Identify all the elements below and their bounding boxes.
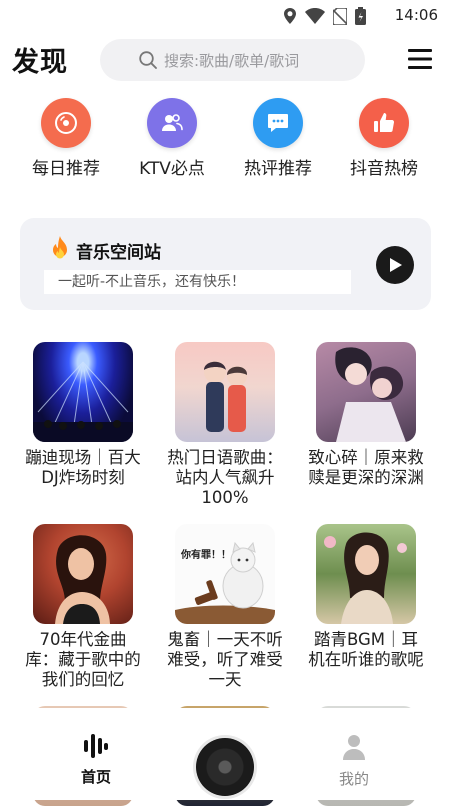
- nav-mine-label: 我的: [338, 770, 369, 788]
- music-station-banner[interactable]: 音乐空间站 一起听-不止音乐，还有快乐！: [20, 218, 431, 310]
- category-douyin-chart[interactable]: 抖音热榜: [334, 98, 434, 179]
- thumbs-up-icon: [359, 98, 409, 148]
- status-icons: [283, 7, 366, 25]
- cover-caption: 你有罪！！: [181, 550, 231, 561]
- hamburger-menu-icon[interactable]: [406, 46, 434, 72]
- category-label: 每日推荐: [32, 159, 100, 179]
- nav-home-label: 首页: [80, 768, 111, 786]
- category-hot-comments[interactable]: 热评推荐: [228, 98, 328, 179]
- search-input[interactable]: 搜索:歌曲/歌单/歌词: [100, 39, 365, 81]
- category-label: 抖音热榜: [350, 159, 418, 179]
- no-sim-icon: [333, 7, 347, 25]
- playlist-title: 踏青BGM｜耳机在听谁的歌呢: [308, 630, 424, 669]
- page-title: 发现: [12, 47, 68, 78]
- nav-home[interactable]: 首页: [66, 734, 126, 787]
- status-time: 14:06: [394, 6, 438, 24]
- nav-mine[interactable]: 我的: [324, 734, 384, 789]
- category-daily-recommend[interactable]: 每日推荐: [16, 98, 116, 179]
- search-icon: [139, 51, 157, 69]
- playlist-title: 热门日语歌曲：站内人气飙升100%: [167, 448, 283, 507]
- playlist-title: 致心碎｜原来救赎是更深的深渊: [308, 448, 424, 487]
- fire-icon: [53, 236, 67, 259]
- playlist-cover-retro-portrait: [33, 524, 133, 624]
- playlist-card[interactable]: 70年代金曲库：藏于歌中的我们的回忆: [23, 524, 143, 690]
- playlist-card[interactable]: 你有罪！！ 鬼畜｜一天不听难受，听了难受一天: [165, 524, 285, 690]
- user-icon: [343, 735, 365, 760]
- playlist-cover-anime-embrace: [316, 342, 416, 442]
- playlist-card[interactable]: 踏青BGM｜耳机在听谁的歌呢: [306, 524, 426, 670]
- playlist-title: 蹦迪现场｜百大DJ炸场时刻: [25, 448, 141, 487]
- playlist-title: 鬼畜｜一天不听难受，听了难受一天: [167, 630, 283, 689]
- status-bar: 14:06: [0, 0, 450, 30]
- playlist-cover-spring-portrait: [316, 524, 416, 624]
- search-placeholder: 搜索:歌曲/歌单/歌词: [164, 52, 300, 70]
- playlist-card[interactable]: 热门日语歌曲：站内人气飙升100%: [165, 342, 285, 508]
- battery-icon: [355, 7, 366, 25]
- play-button[interactable]: [376, 246, 414, 284]
- playlist-card[interactable]: 蹦迪现场｜百大DJ炸场时刻: [23, 342, 143, 488]
- wifi-icon: [305, 8, 325, 24]
- header: 发现 搜索:歌曲/歌单/歌词: [0, 30, 450, 90]
- sound-bars-icon: [84, 734, 108, 758]
- playlist-title: 70年代金曲库：藏于歌中的我们的回忆: [25, 630, 141, 689]
- playlist-cover-anime-couple: [175, 342, 275, 442]
- chat-bubble-icon: [253, 98, 303, 148]
- playlist-cover-cat-meme: 你有罪！！: [175, 524, 275, 624]
- now-playing-disc[interactable]: [196, 738, 254, 796]
- play-icon: [390, 258, 402, 272]
- category-row: 每日推荐 KTV必点 热评推荐 抖音热榜: [0, 98, 450, 188]
- category-label: KTV必点: [139, 159, 205, 179]
- users-icon: [147, 98, 197, 148]
- banner-subtitle: 一起听-不止音乐，还有快乐！: [44, 270, 351, 294]
- bottom-nav: 首页 我的: [0, 708, 450, 800]
- category-ktv[interactable]: KTV必点: [122, 98, 222, 179]
- record-disc-icon: [41, 98, 91, 148]
- playlist-cover-concert: [33, 342, 133, 442]
- banner-title: 音乐空间站: [76, 243, 161, 263]
- playlist-card[interactable]: 致心碎｜原来救赎是更深的深渊: [306, 342, 426, 488]
- location-icon: [284, 8, 296, 24]
- category-label: 热评推荐: [244, 159, 312, 179]
